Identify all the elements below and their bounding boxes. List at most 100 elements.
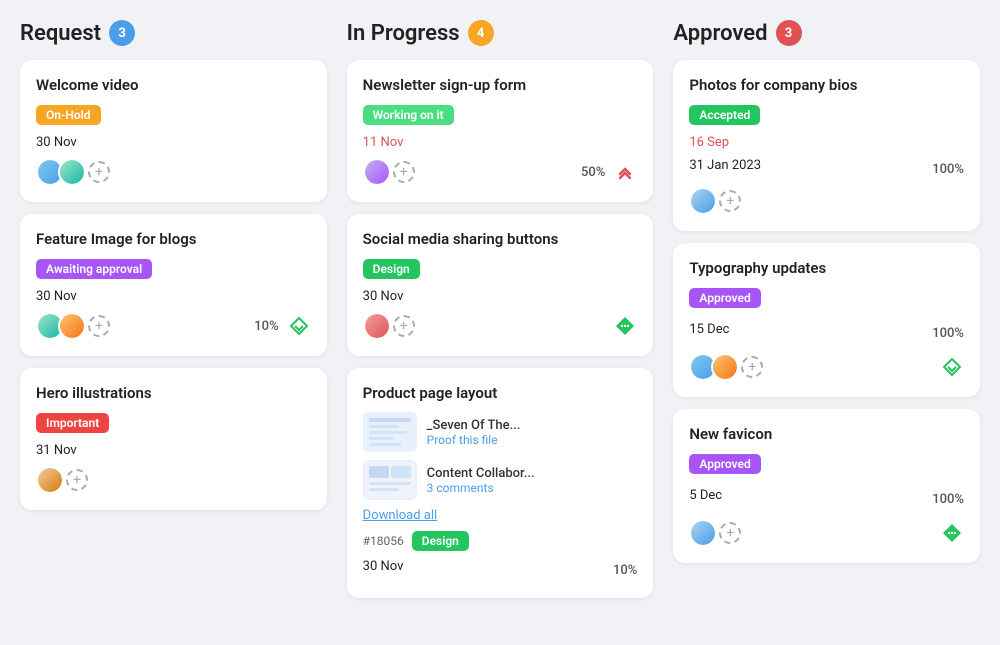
dots-diamond-icon-social [613, 314, 637, 338]
file-thumbnail-1 [365, 414, 415, 450]
kanban-board: Request 3 Welcome video On-Hold 30 Nov +… [20, 20, 980, 610]
card-date-row-favicon: 5 Dec 100% [689, 488, 964, 511]
avatar-group-photos: + [689, 187, 741, 215]
card-date2-photos: 31 Jan 2023 [689, 158, 761, 173]
file-preview-1: _Seven Of The... Proof this file [363, 412, 638, 452]
add-avatar-button-hero[interactable]: + [66, 469, 88, 491]
column-badge-approved: 3 [776, 20, 802, 46]
add-avatar-button-social[interactable]: + [393, 315, 415, 337]
add-avatar-button-photos[interactable]: + [719, 190, 741, 212]
card-title-photos: Photos for company bios [689, 76, 964, 94]
avatar-group-hero: + [36, 466, 88, 494]
card-footer-newsletter: + 50% [363, 158, 638, 186]
card-footer-photos-top: 31 Jan 2023 100% [689, 158, 964, 181]
tag-awaiting: Awaiting approval [36, 259, 152, 279]
file-thumb-2 [363, 460, 417, 500]
card-title-favicon: New favicon [689, 425, 964, 443]
avatar-photos-1 [689, 187, 717, 215]
card-title-feature: Feature Image for blogs [36, 230, 311, 248]
file-thumbnail-2 [365, 462, 415, 498]
column-title-approved: Approved [673, 21, 767, 46]
card-product-page: Product page layout _Seven Of The... [347, 368, 654, 598]
tag-onhold: On-Hold [36, 105, 101, 125]
column-header-approved: Approved 3 [673, 20, 980, 46]
card-social-media: Social media sharing buttons Design 30 N… [347, 214, 654, 356]
dots-diamond-icon-favicon [940, 521, 964, 545]
card-date-social: 30 Nov [363, 289, 638, 304]
card-typography: Typography updates Approved 15 Dec 100% … [673, 243, 980, 397]
column-header-request: Request 3 [20, 20, 327, 46]
percent-newsletter: 50% [581, 165, 605, 180]
card-footer-feature: + 10% [36, 312, 311, 340]
avatar-hero-1 [36, 466, 64, 494]
card-footer-social: + [363, 312, 638, 340]
card-date-row-typography: 15 Dec 100% [689, 322, 964, 345]
tag-approved-typography: Approved [689, 288, 760, 308]
down-diamond-icon-typography [940, 355, 964, 379]
avatar-favicon-1 [689, 519, 717, 547]
card-date-favicon: 5 Dec [689, 488, 722, 503]
avatar-4 [58, 312, 86, 340]
column-approved: Approved 3 Photos for company bios Accep… [673, 20, 980, 610]
percent-product: 10% [613, 563, 637, 578]
file-name-2: Content Collabor... [427, 466, 638, 481]
percent-feature: 10% [254, 319, 278, 334]
up-arrows-icon [613, 160, 637, 184]
add-avatar-button-feature[interactable]: + [88, 315, 110, 337]
meta-tag-product: Design [412, 531, 469, 551]
column-in-progress: In Progress 4 Newsletter sign-up form Wo… [347, 20, 654, 610]
down-diamond-icon [287, 314, 311, 338]
card-date-product: 30 Nov [363, 559, 404, 574]
avatar-group-feature: + [36, 312, 110, 340]
avatar-typography-2 [711, 353, 739, 381]
card-title-hero: Hero illustrations [36, 384, 311, 402]
card-date-hero: 31 Nov [36, 443, 311, 458]
card-date-typography: 15 Dec [689, 322, 729, 337]
tag-approved-favicon: Approved [689, 454, 760, 474]
card-date-newsletter: 11 Nov [363, 135, 638, 150]
column-title-progress: In Progress [347, 21, 460, 46]
file-preview-2: Content Collabor... 3 comments [363, 460, 638, 500]
card-footer-photos: + [689, 187, 964, 215]
file-info-1: _Seven Of The... Proof this file [427, 418, 638, 447]
column-request: Request 3 Welcome video On-Hold 30 Nov +… [20, 20, 327, 610]
file-thumb-1 [363, 412, 417, 452]
meta-id-product: #18056 [363, 534, 404, 548]
card-date-photos-red: 16 Sep [689, 135, 964, 150]
card-favicon: New favicon Approved 5 Dec 100% + [673, 409, 980, 563]
card-title-product: Product page layout [363, 384, 638, 402]
card-title-social: Social media sharing buttons [363, 230, 638, 248]
card-footer-typography: + [689, 353, 964, 381]
tag-design-social: Design [363, 259, 420, 279]
add-avatar-button-typography[interactable]: + [741, 356, 763, 378]
card-footer-favicon: + [689, 519, 964, 547]
add-avatar-button[interactable]: + [88, 161, 110, 183]
percent-typography: 100% [932, 326, 964, 341]
card-title-newsletter: Newsletter sign-up form [363, 76, 638, 94]
file-info-2: Content Collabor... 3 comments [427, 466, 638, 495]
card-welcome-video: Welcome video On-Hold 30 Nov + [20, 60, 327, 202]
proof-file-link[interactable]: Proof this file [427, 433, 638, 447]
column-badge-progress: 4 [468, 20, 494, 46]
comments-link[interactable]: 3 comments [427, 481, 638, 495]
avatar-group-social: + [363, 312, 415, 340]
avatar-2 [58, 158, 86, 186]
percent-favicon: 100% [932, 492, 964, 507]
avatar-group-newsletter: + [363, 158, 415, 186]
add-avatar-button-favicon[interactable]: + [719, 522, 741, 544]
percent-photos: 100% [932, 162, 964, 177]
card-photos: Photos for company bios Accepted 16 Sep … [673, 60, 980, 231]
tag-working: Working on it [363, 105, 454, 125]
card-title-welcome: Welcome video [36, 76, 311, 94]
avatar-group-welcome: + [36, 158, 110, 186]
add-avatar-button-newsletter[interactable]: + [393, 161, 415, 183]
avatar-social-1 [363, 312, 391, 340]
card-footer-product: 30 Nov 10% [363, 559, 638, 582]
tag-important: Important [36, 413, 109, 433]
card-meta-product: #18056 Design [363, 531, 638, 551]
card-date-welcome: 30 Nov [36, 135, 311, 150]
download-all-link[interactable]: Download all [363, 508, 638, 523]
card-footer-hero: + [36, 466, 311, 494]
card-feature-image: Feature Image for blogs Awaiting approva… [20, 214, 327, 356]
avatar-newsletter-1 [363, 158, 391, 186]
